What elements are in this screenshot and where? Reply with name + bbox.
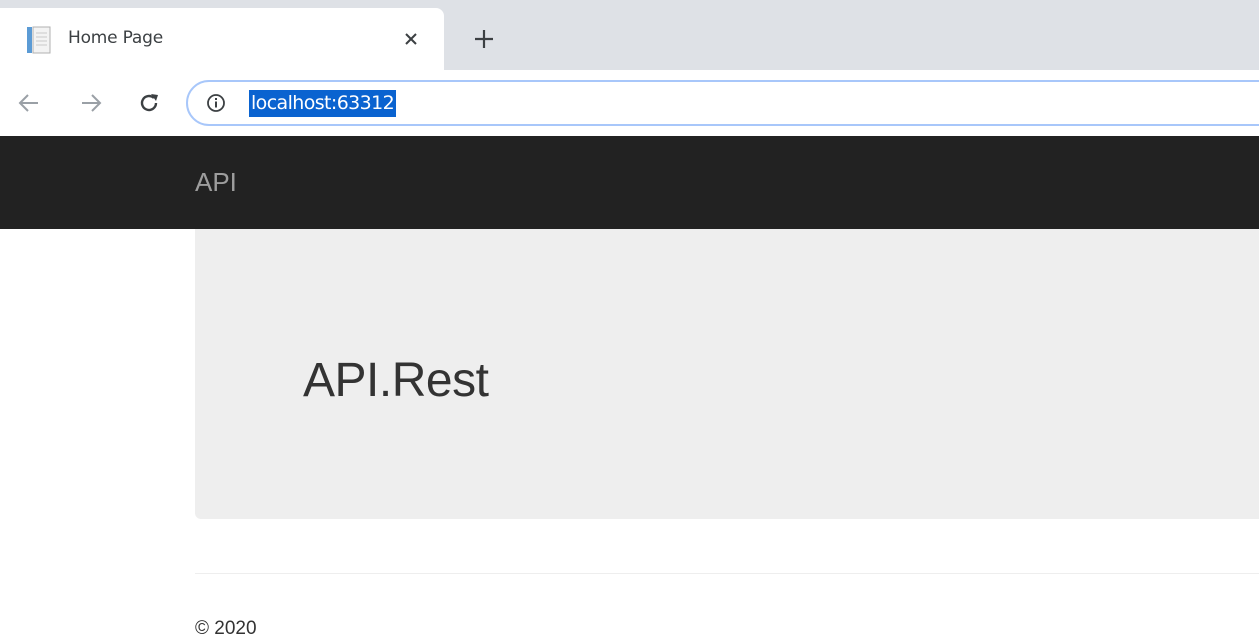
- tab-strip: Home Page: [0, 0, 1259, 70]
- navbar-brand-link[interactable]: API: [195, 167, 237, 198]
- info-icon[interactable]: [206, 93, 226, 113]
- arrow-left-icon[interactable]: [14, 88, 44, 118]
- reload-icon[interactable]: [134, 88, 164, 118]
- close-icon[interactable]: [398, 26, 424, 52]
- footer-copyright: © 2020: [195, 618, 257, 639]
- footer-divider: [195, 573, 1259, 574]
- site-navbar: API: [0, 136, 1259, 229]
- plus-icon[interactable]: [470, 25, 498, 53]
- browser-tab[interactable]: Home Page: [0, 8, 444, 70]
- address-bar[interactable]: localhost:63312: [186, 80, 1259, 126]
- page-title: API.Rest: [303, 354, 489, 407]
- tab-title: Home Page: [68, 28, 163, 48]
- url-text[interactable]: localhost:63312: [249, 90, 397, 117]
- jumbotron: API.Rest: [195, 229, 1259, 519]
- document-icon: [26, 26, 52, 54]
- browser-toolbar: localhost:63312: [0, 70, 1259, 136]
- arrow-right-icon[interactable]: [76, 88, 106, 118]
